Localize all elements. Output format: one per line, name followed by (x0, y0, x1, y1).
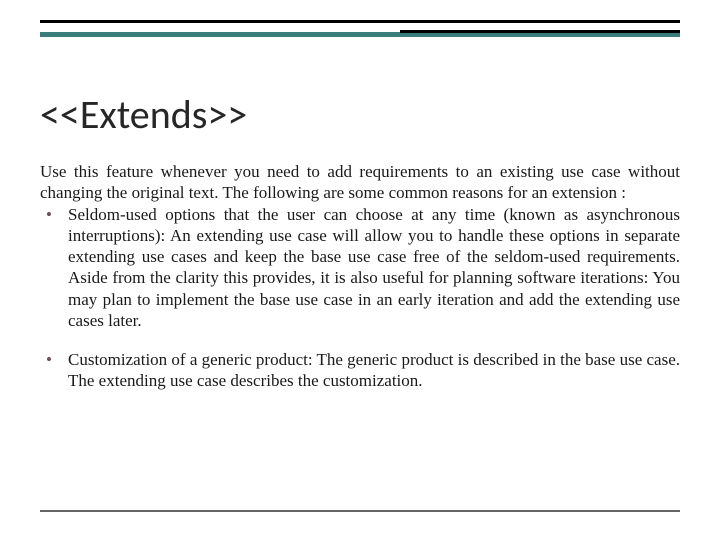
bullet-list: Seldom-used options that the user can ch… (40, 204, 680, 392)
accent-rule (40, 32, 680, 37)
list-item: Seldom-used options that the user can ch… (40, 204, 680, 332)
bottom-rule (40, 510, 680, 512)
slide-title: <<Extends>> (40, 90, 680, 139)
slide-content: <<Extends>> Use this feature whenever yo… (40, 90, 680, 410)
top-rule (40, 20, 680, 23)
list-item: Customization of a generic product: The … (40, 349, 680, 392)
intro-paragraph: Use this feature whenever you need to ad… (40, 161, 680, 204)
